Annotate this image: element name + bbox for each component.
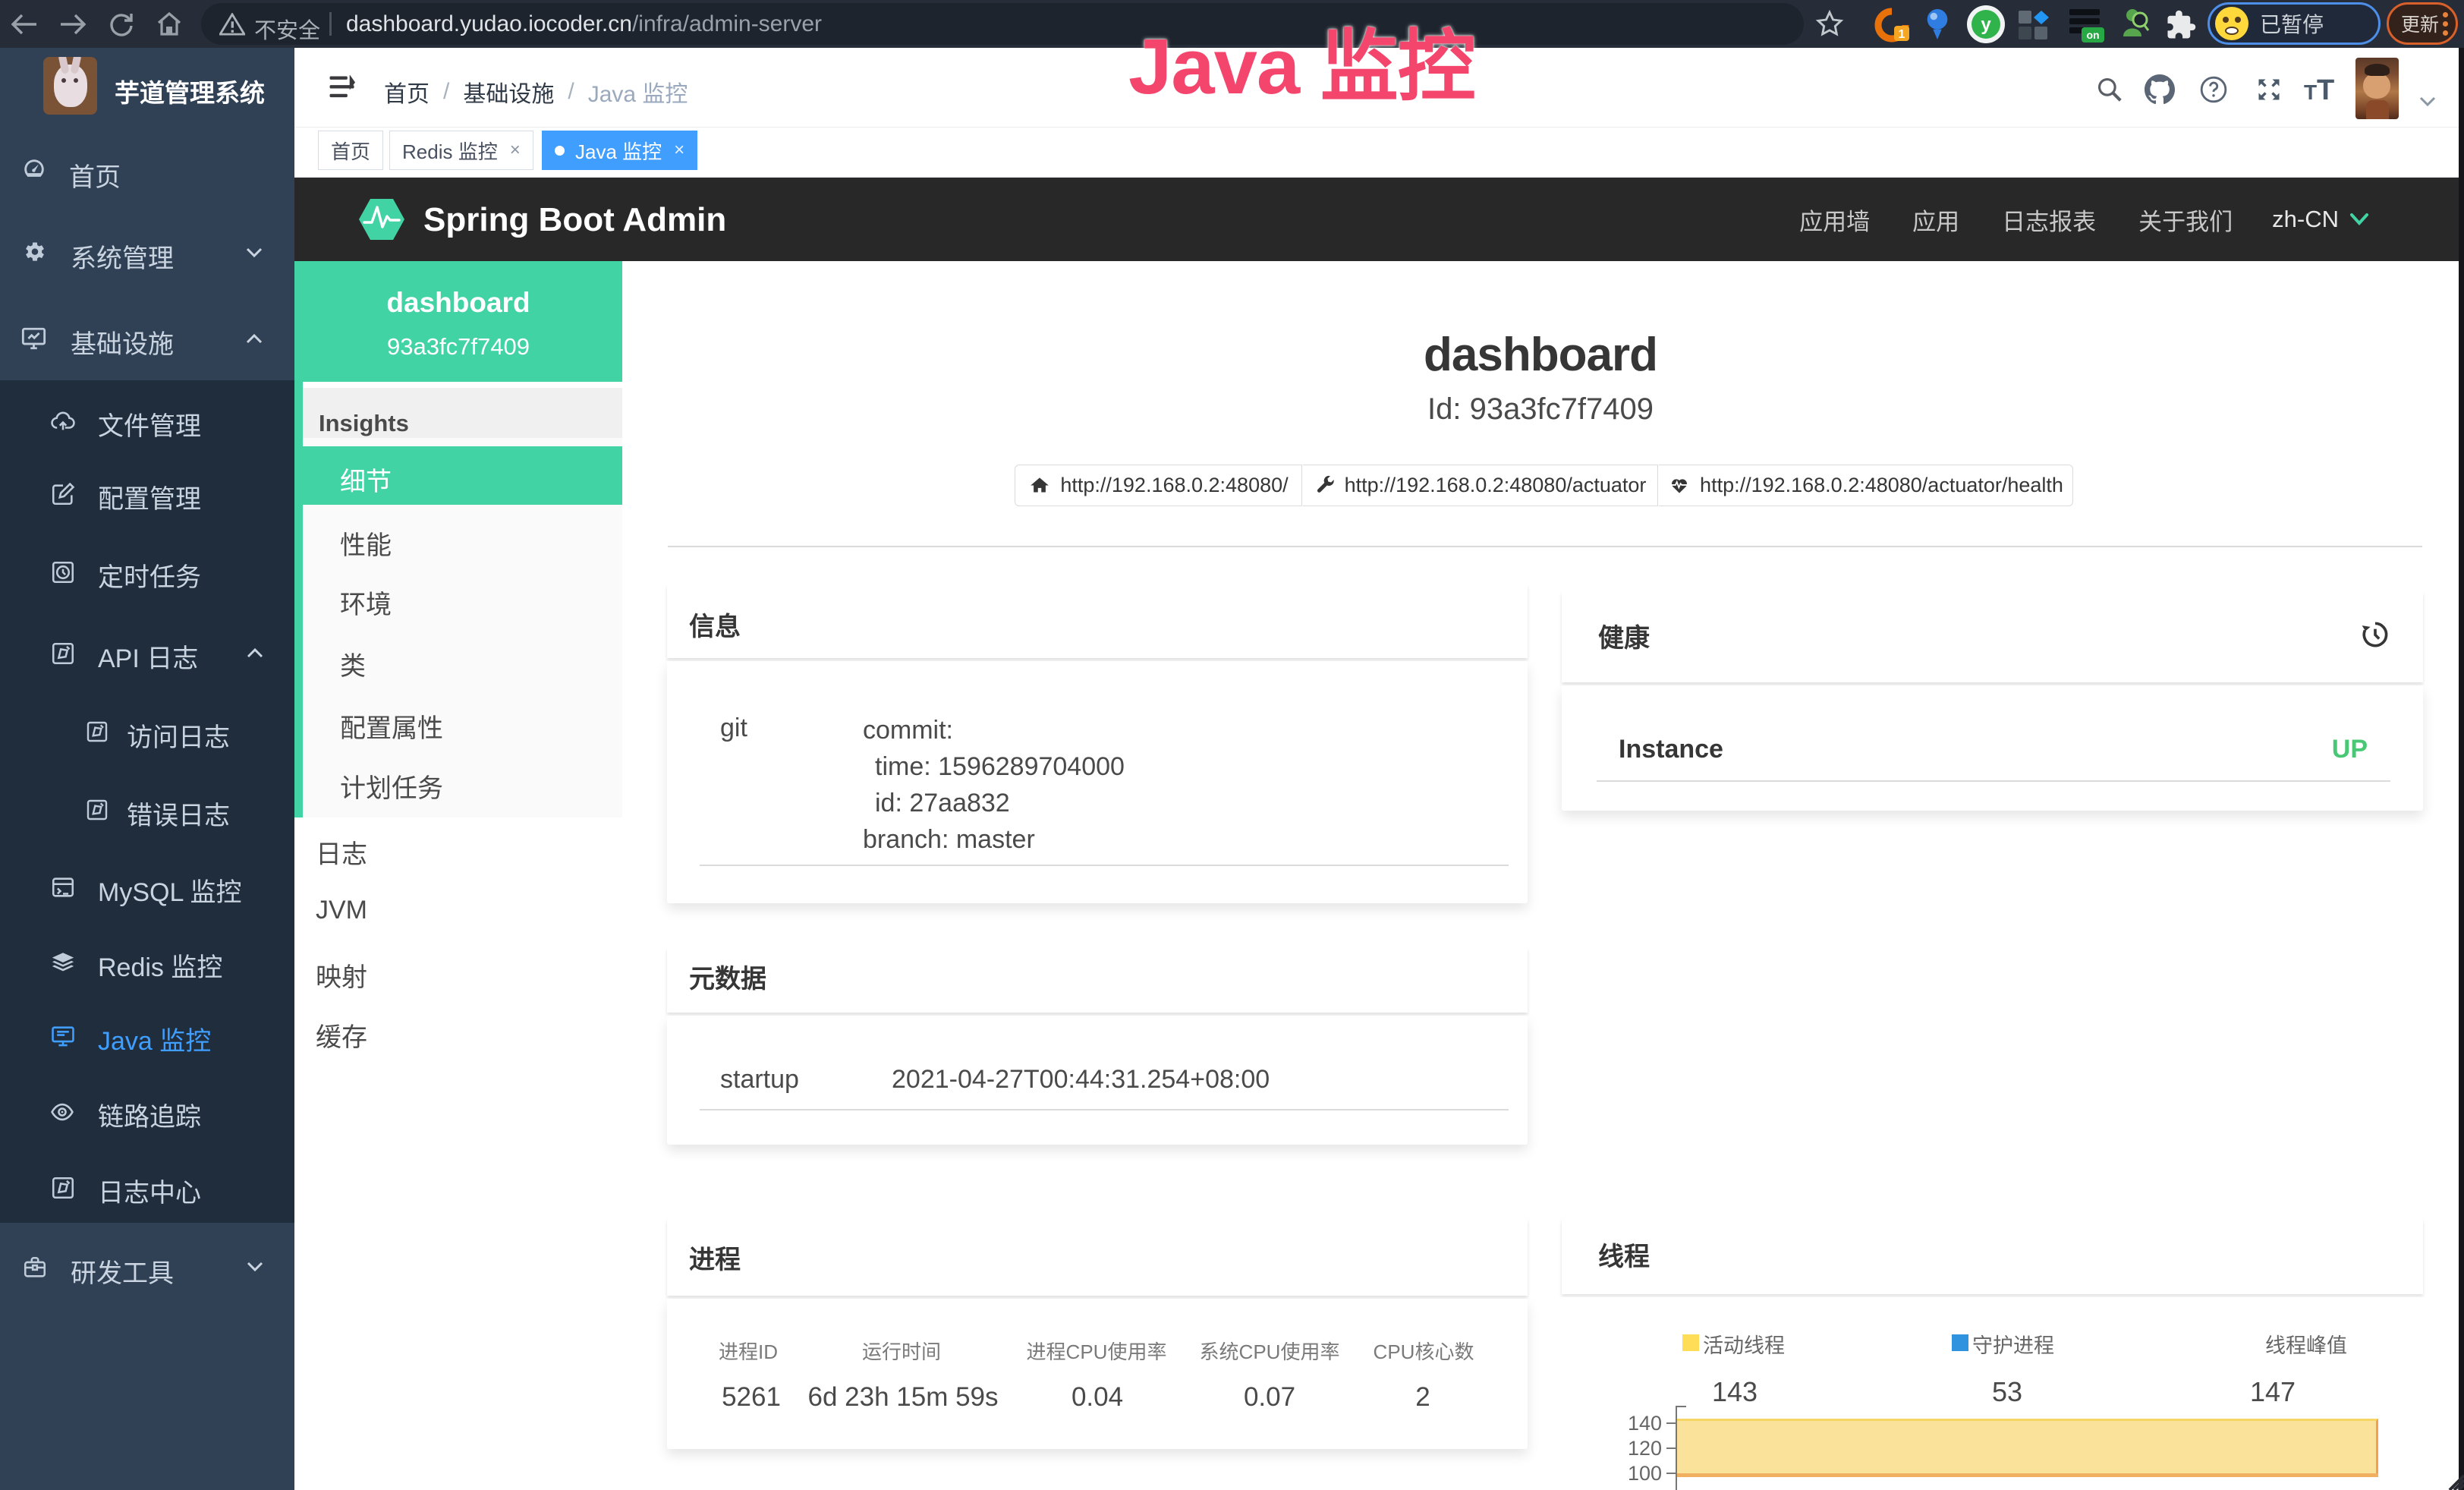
svg-text:1: 1 — [1899, 28, 1905, 41]
svg-text:T: T — [2304, 80, 2317, 104]
svg-text:on: on — [2086, 29, 2099, 41]
svg-text:T: T — [2317, 77, 2334, 104]
svg-text:y: y — [1981, 14, 1991, 35]
